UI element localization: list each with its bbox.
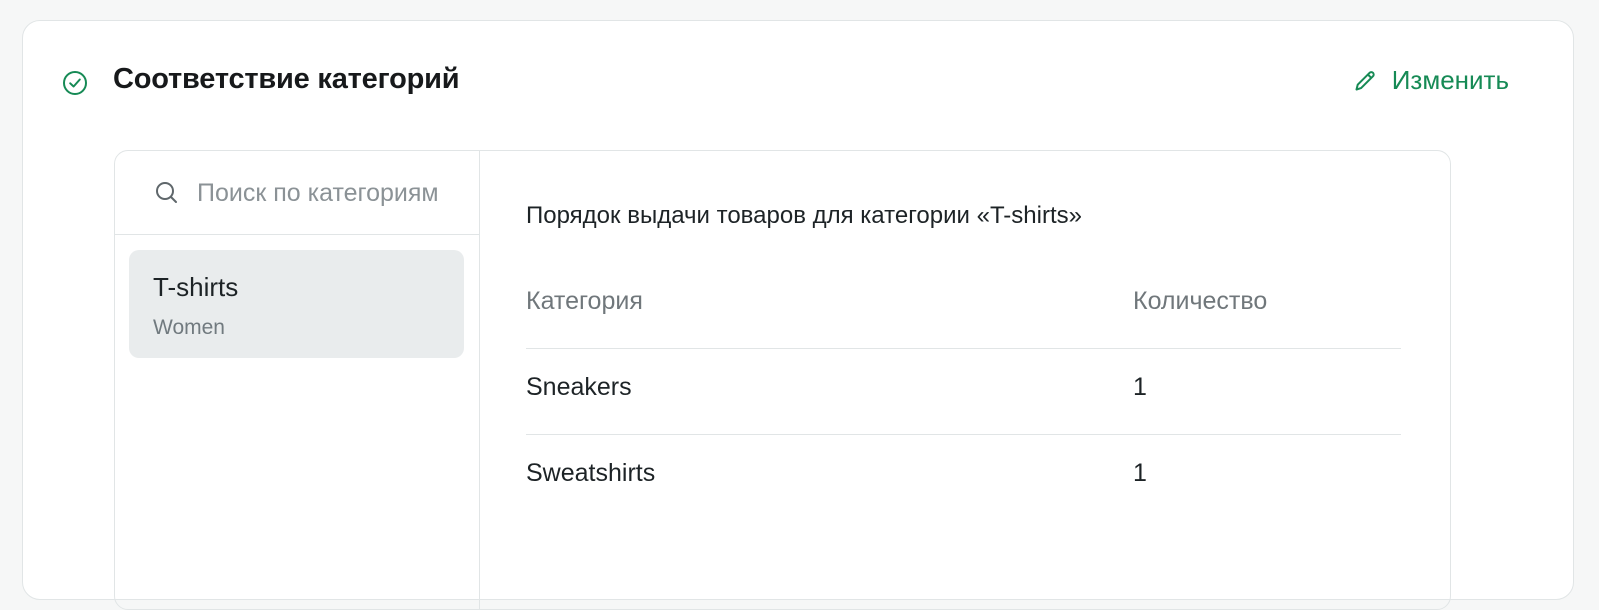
row-category: Sneakers	[526, 373, 632, 401]
category-list-pane: T-shirts Women	[115, 151, 480, 609]
category-details-pane: Порядок выдачи товаров для категории «T-…	[480, 151, 1450, 609]
category-item-parent: Women	[153, 316, 225, 339]
table-row: Sneakers 1	[526, 349, 1401, 435]
category-list-item-t-shirts[interactable]: T-shirts Women	[129, 250, 464, 358]
column-header-count: Количество	[1133, 287, 1268, 315]
check-circle-icon	[61, 69, 89, 97]
category-mapping-card: Соответствие категорий Изменить Поиск по…	[22, 20, 1574, 610]
row-count: 1	[1133, 459, 1147, 487]
category-item-name: T-shirts	[153, 272, 239, 302]
mapping-panel: T-shirts Women Порядок выдачи товаров дл…	[114, 150, 1451, 610]
details-title: Порядок выдачи товаров для категории «T-…	[526, 202, 1082, 229]
edit-button[interactable]: Изменить	[1352, 65, 1509, 96]
edit-label: Изменить	[1391, 65, 1509, 95]
page-title: Соответствие категорий	[113, 63, 460, 95]
category-order-table: Категория Количество Sneakers 1 Sweatshi…	[526, 263, 1401, 521]
search-input[interactable]	[197, 171, 467, 215]
search-icon	[153, 179, 181, 207]
row-category: Sweatshirts	[526, 459, 656, 487]
table-header: Категория Количество	[526, 263, 1401, 349]
card-header: Соответствие категорий Изменить	[23, 21, 1573, 143]
table-row: Sweatshirts 1	[526, 435, 1401, 521]
search-box	[115, 151, 479, 235]
pencil-icon	[1352, 68, 1378, 94]
row-count: 1	[1133, 373, 1147, 401]
column-header-category: Категория	[526, 287, 643, 315]
